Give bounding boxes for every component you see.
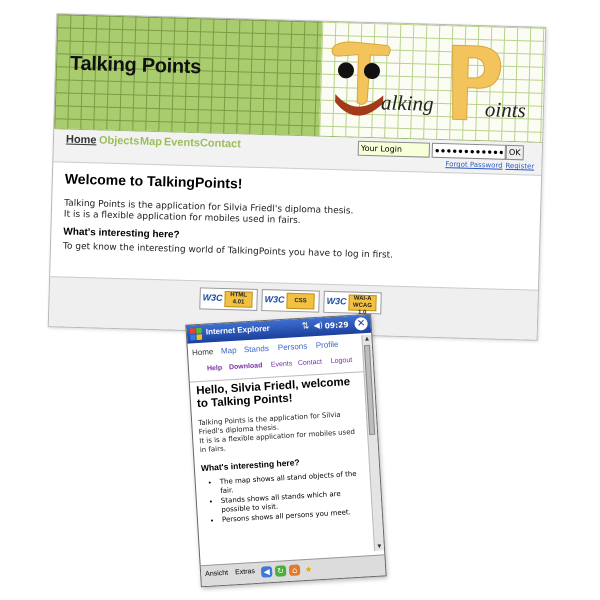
pda-nav-help[interactable]: Help [207, 365, 223, 373]
pda-nav-profile[interactable]: Profile [316, 340, 339, 350]
speaker-icon[interactable]: ◀) [313, 321, 323, 331]
pda-nav-contact[interactable]: Contact [298, 359, 322, 367]
scroll-thumb[interactable] [363, 344, 376, 436]
favorites-star-icon[interactable]: ★ [303, 564, 315, 576]
back-icon[interactable]: ◀ [260, 566, 273, 578]
nav-contact[interactable]: Contact [200, 137, 241, 150]
w3c-logo: W3C [202, 292, 223, 303]
refresh-icon[interactable]: ↻ [274, 565, 287, 577]
svg-text:oints: oints [485, 97, 526, 122]
w3c-css-badge[interactable]: W3C CSS [261, 289, 320, 313]
signal-icon[interactable]: ⇅ [301, 321, 309, 331]
badge-label: HTML [230, 292, 248, 299]
badge-version: 4.01 [232, 299, 245, 306]
pda-page-title: Hello, Silvia Friedl, welcome to Talking… [195, 376, 351, 411]
pda-nav-events[interactable]: Events [271, 360, 293, 368]
nav-objects[interactable]: Objects [99, 134, 140, 147]
nav-home[interactable]: Home [66, 134, 97, 147]
talking-points-logo: alking oints [331, 41, 526, 122]
page-title: Welcome to TalkingPoints! [64, 170, 243, 192]
pda-clock: 09:29 [324, 320, 349, 331]
nav-map[interactable]: Map [140, 136, 162, 149]
password-input[interactable] [431, 142, 506, 160]
pda-nav: Home Map Stands Persons Profile Help Dow… [187, 335, 364, 383]
ok-button[interactable]: OK [505, 144, 524, 161]
pda-nav-map[interactable]: Map [221, 346, 237, 356]
pda-nav-logout[interactable]: Logout [331, 357, 353, 365]
main-content: Welcome to TalkingPoints! Talking Points… [63, 171, 529, 266]
pocket-pc-screen: Internet Explorer ⇅ ◀) 09:29 ✕ Home Map … [185, 313, 387, 588]
pda-nav-stands[interactable]: Stands [244, 344, 269, 354]
site-title: Talking Points [69, 52, 202, 79]
pda-scrollbar[interactable]: ▲ ▼ [361, 334, 385, 551]
badge-label: CSS [294, 297, 307, 305]
forgot-password-link[interactable]: Forgot Password [445, 160, 502, 170]
w3c-html-badge[interactable]: W3C HTML 4.01 [199, 287, 258, 311]
nav-events[interactable]: Events [164, 136, 200, 149]
login-input[interactable] [357, 140, 431, 158]
w3c-logo: W3C [326, 295, 347, 307]
home-icon[interactable]: ⌂ [288, 564, 301, 577]
site-banner: Talking Points alking oints [54, 14, 546, 143]
w3c-wai-badge[interactable]: W3C WAI-A WCAG 1.0 [323, 290, 382, 316]
menu-ansicht[interactable]: Ansicht [205, 570, 228, 578]
badge-label: WAI-A [353, 295, 372, 303]
pda-nav-home[interactable]: Home [192, 347, 214, 357]
pda-feature-list: The map shows all stand objects of the f… [202, 469, 368, 526]
pda-content: Hello, Silvia Friedl, welcome to Talking… [196, 375, 368, 526]
w3c-logo: W3C [264, 294, 285, 305]
scroll-down-icon[interactable]: ▼ [375, 542, 384, 551]
windows-start-icon[interactable] [189, 327, 203, 341]
menu-extras[interactable]: Extras [235, 568, 255, 576]
register-link[interactable]: Register [505, 162, 534, 171]
pda-app-title: Internet Explorer [205, 323, 271, 337]
svg-text:alking: alking [381, 90, 434, 115]
scroll-up-icon[interactable]: ▲ [362, 335, 371, 344]
pda-menu-bar: Ansicht Extras ◀ ↻ ⌂ ★ [200, 554, 386, 587]
pda-nav-download[interactable]: Download [229, 362, 263, 371]
pda-nav-persons[interactable]: Persons [278, 342, 308, 353]
close-icon[interactable]: ✕ [354, 316, 368, 331]
desktop-browser-page: Talking Points alking oints Home Objects… [47, 13, 547, 341]
